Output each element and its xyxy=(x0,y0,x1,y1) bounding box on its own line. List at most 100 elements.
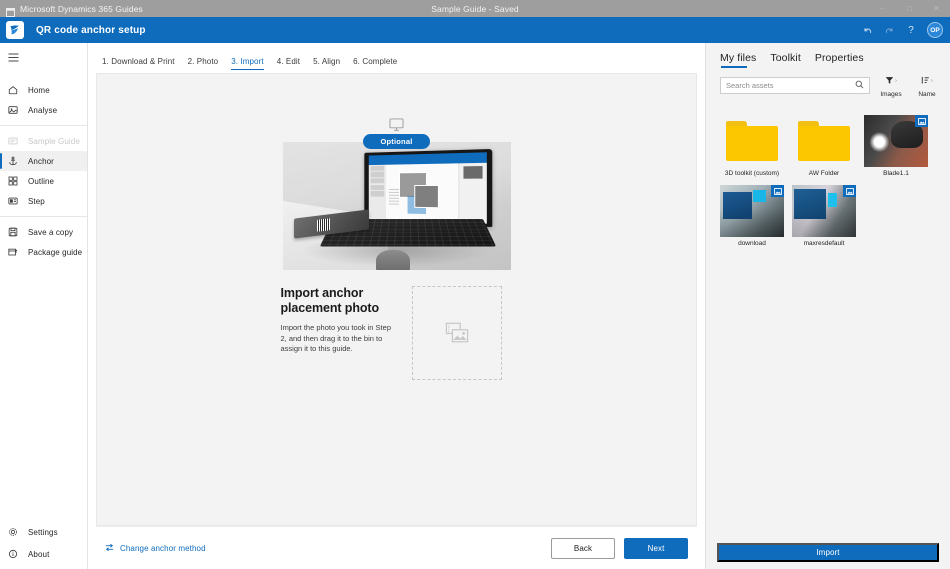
back-button[interactable]: Back xyxy=(551,537,615,559)
instruction-body: Import the photo you took in Step 2, and… xyxy=(280,323,392,353)
os-document-title: Sample Guide - Saved xyxy=(431,3,519,14)
sidebar-item-step[interactable]: Step xyxy=(0,191,87,211)
sort-label: Name xyxy=(918,91,936,98)
help-icon[interactable]: ? xyxy=(901,20,921,40)
package-icon xyxy=(8,247,21,257)
sidebar-item-label: Analyse xyxy=(28,105,58,115)
change-anchor-method-link[interactable]: Change anchor method xyxy=(105,543,206,554)
images-placeholder-icon xyxy=(444,321,470,345)
os-title-bar: Microsoft Dynamics 365 Guides Sample Gui… xyxy=(0,0,950,17)
asset-thumbnail xyxy=(720,115,784,167)
redo-icon[interactable] xyxy=(879,20,899,40)
hero-screen-panel xyxy=(458,162,487,224)
wizard-buttons: Back Next xyxy=(551,537,688,559)
hero-screen-body xyxy=(368,162,487,224)
minimize-button[interactable]: – xyxy=(869,0,896,17)
sidebar-divider xyxy=(0,125,87,126)
avatar[interactable]: OP xyxy=(927,22,943,38)
asset-item-folder[interactable]: 3D toolkit (custom) xyxy=(720,115,784,177)
sidebar-item-label: Anchor xyxy=(28,156,54,166)
wizard-step-6[interactable]: 6. Complete xyxy=(353,57,406,72)
sidebar-item-settings[interactable]: Settings xyxy=(0,521,87,543)
sidebar-item-label: Step xyxy=(28,196,45,206)
sidebar-item-label: About xyxy=(28,549,50,559)
sidebar-item-package-guide[interactable]: Package guide xyxy=(0,242,87,262)
image-badge-icon xyxy=(771,185,784,197)
wizard-panel: Optional Import anchor placement photo I… xyxy=(281,118,513,380)
undo-icon[interactable] xyxy=(857,20,877,40)
asset-item-image[interactable]: Blade1.1 xyxy=(864,115,928,177)
asset-item-folder[interactable]: AW Folder xyxy=(792,115,856,177)
sidebar-bottom-group: Settings About xyxy=(0,521,87,565)
search-input[interactable] xyxy=(726,80,855,90)
assets-grid: 3D toolkit (custom) AW Folder Blade1.1 d… xyxy=(706,105,950,535)
outline-icon xyxy=(8,176,21,186)
folder-icon xyxy=(726,121,778,161)
import-button[interactable]: Import xyxy=(717,542,939,562)
asset-name: download xyxy=(738,240,766,247)
sidebar-divider-2 xyxy=(0,216,87,217)
wizard-step-2[interactable]: 2. Photo xyxy=(188,57,228,72)
asset-item-image[interactable]: maxresdefault xyxy=(792,185,856,247)
analyse-icon xyxy=(8,105,21,115)
hero-screen-nav xyxy=(368,164,387,222)
app-header: QR code anchor setup ? OP xyxy=(0,17,950,43)
asset-name: AW Folder xyxy=(808,170,840,177)
wizard-step-5[interactable]: 5. Align xyxy=(313,57,349,72)
sidebar-item-label: Package guide xyxy=(28,247,83,257)
sidebar-item-sample-guide: Sample Guide xyxy=(0,131,87,151)
tab-my-files[interactable]: My files xyxy=(720,52,756,68)
wizard-step-tabs: 1. Download & Print 2. Photo 3. Import 4… xyxy=(88,43,705,72)
chevron-right-icon: › xyxy=(895,78,897,84)
sidebar-item-anchor[interactable]: Anchor xyxy=(0,151,87,171)
change-anchor-method-label: Change anchor method xyxy=(120,543,206,553)
asset-item-image[interactable]: download xyxy=(720,185,784,247)
info-icon xyxy=(8,549,21,559)
sidebar: Home Analyse Sample Guide Anchor Outline… xyxy=(0,43,88,569)
wizard-step-1[interactable]: 1. Download & Print xyxy=(102,57,184,72)
main-content: 1. Download & Print 2. Photo 3. Import 4… xyxy=(88,43,705,569)
photo-dropzone[interactable] xyxy=(411,286,502,380)
sidebar-item-label: Outline xyxy=(28,176,55,186)
filter-label: Images xyxy=(880,91,902,98)
folder-icon xyxy=(798,121,850,161)
nav-spacer-top xyxy=(0,71,87,80)
asset-thumbnail xyxy=(792,115,856,167)
sidebar-item-outline[interactable]: Outline xyxy=(0,171,87,191)
hero-hand xyxy=(375,249,411,270)
sidebar-item-analyse[interactable]: Analyse xyxy=(0,100,87,120)
sidebar-item-label: Home xyxy=(28,85,50,95)
wizard-step-3[interactable]: 3. Import xyxy=(231,57,272,72)
sidebar-item-about[interactable]: About xyxy=(0,543,87,565)
hero-screen-main xyxy=(386,162,459,224)
tab-toolkit[interactable]: Toolkit xyxy=(770,52,800,68)
hamburger-icon[interactable] xyxy=(0,43,87,71)
filter-images-button[interactable]: › Images xyxy=(876,72,906,98)
search-icon xyxy=(855,76,864,94)
home-icon xyxy=(8,85,21,95)
hero-laptop-screen xyxy=(364,148,493,228)
dynamics-guides-logo xyxy=(6,21,24,39)
close-button[interactable]: ✕ xyxy=(923,0,950,17)
image-badge-icon xyxy=(843,185,856,197)
asset-thumbnail xyxy=(720,185,784,237)
filter-icon xyxy=(885,72,894,90)
search-assets-box[interactable] xyxy=(720,76,870,94)
import-bar: Import xyxy=(706,535,950,569)
assets-panel: My files Toolkit Properties › Images xyxy=(705,43,950,569)
tab-properties[interactable]: Properties xyxy=(815,52,864,68)
wizard-step-4[interactable]: 4. Edit xyxy=(277,57,309,72)
asset-name: Blade1.1 xyxy=(883,170,909,177)
sort-icon xyxy=(921,72,930,90)
optional-badge-row: Optional xyxy=(281,134,513,149)
sidebar-item-label: Settings xyxy=(28,527,58,537)
asset-thumbnail xyxy=(864,115,928,167)
desktop-monitor-icon xyxy=(281,118,513,132)
sort-name-button[interactable]: › Name xyxy=(912,72,942,98)
sidebar-item-save-a-copy[interactable]: Save a copy xyxy=(0,222,87,242)
asset-name: 3D toolkit (custom) xyxy=(724,170,780,177)
next-button[interactable]: Next xyxy=(624,537,688,559)
hero-screen-content xyxy=(368,152,487,224)
sidebar-item-home[interactable]: Home xyxy=(0,80,87,100)
maximize-button[interactable]: □ xyxy=(896,0,923,17)
